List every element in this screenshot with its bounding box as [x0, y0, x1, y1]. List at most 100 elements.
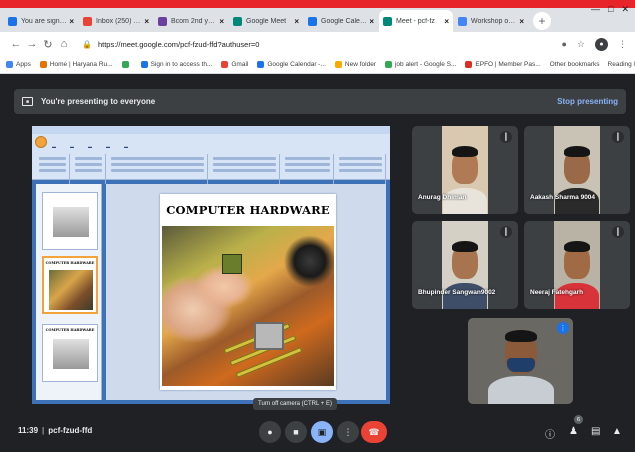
new-tab-button[interactable]: +: [533, 12, 551, 30]
slide-canvas: COMPUTER HARDWARE: [106, 184, 386, 400]
browser-tab[interactable]: Google Meet ×: [229, 10, 303, 32]
participant-tile[interactable]: Bhupinder Sangwan9002 ┃: [412, 221, 518, 309]
bookmark-item[interactable]: Sign in to access th...: [140, 61, 213, 68]
slide-thumbnail: COMPUTER HARDWARE: [42, 324, 98, 382]
mic-button[interactable]: ●: [259, 421, 281, 443]
url-field[interactable]: 🔒 https://meet.google.com/pcf-fzud-ffd?a…: [82, 35, 561, 53]
tab-title: Inbox (250) - dr.s: [96, 17, 142, 25]
mic-muted-icon: ┃: [500, 226, 512, 238]
meeting-details[interactable]: 11:39 | pcf-fzud-ffd: [18, 426, 92, 435]
tab-title: Google Calendar: [321, 17, 368, 25]
bookmark-label: Sign in to access th...: [150, 61, 213, 68]
people-icon[interactable]: ♟: [569, 426, 578, 437]
browser-tab[interactable]: Bcom 2nd year II×: [154, 10, 228, 32]
bookmarks-bar: Apps Home | Haryana Ru... Sign in to acces…: [0, 56, 635, 74]
tab-close-icon[interactable]: ×: [219, 17, 224, 26]
meeting-code: pcf-fzud-ffd: [48, 426, 93, 435]
bookmark-item[interactable]: Apps: [6, 61, 31, 68]
present-now-button[interactable]: ▣: [311, 421, 333, 443]
minimize-icon[interactable]: —: [591, 4, 600, 15]
activities-icon[interactable]: ▲: [612, 426, 622, 437]
ribbon-group: [282, 154, 334, 184]
bookmark-icon: [121, 61, 129, 68]
tab-close-icon[interactable]: ×: [294, 17, 299, 26]
tab-title: Meet - pcf-fz: [396, 17, 435, 25]
bookmark-label: Gmail: [231, 61, 249, 68]
stop-presenting-button[interactable]: Stop presenting: [557, 97, 618, 106]
more-options-button[interactable]: ⋮: [337, 421, 359, 443]
tab-favicon-icon: [8, 16, 17, 26]
participant-name: Bhupinder Sangwan9002: [418, 289, 496, 296]
bookmark-icon: [221, 61, 229, 68]
more-options-icon[interactable]: ⋮: [557, 322, 569, 334]
bookmark-folder[interactable]: Reading list: [608, 61, 635, 68]
shared-screen: ▬ ▬ ▬ ▬ ▬ COMPUTER HARDWARE COMPUTER HAR…: [32, 126, 390, 404]
home-icon[interactable]: ⌂: [56, 38, 72, 50]
menu-icon[interactable]: ⋮: [618, 39, 627, 50]
bookmark-item[interactable]: New folder: [334, 61, 376, 68]
key-icon[interactable]: ●: [561, 39, 566, 49]
bookmark-icon: [140, 61, 148, 68]
self-view-tile[interactable]: ⋮: [468, 318, 573, 404]
close-window-icon[interactable]: ✕: [621, 4, 629, 15]
bookmark-item[interactable]: [121, 61, 132, 68]
back-icon[interactable]: ←: [8, 38, 24, 50]
presenting-banner: ■ You're presenting to everyone Stop pre…: [14, 89, 626, 114]
ribbon-group: [108, 154, 208, 184]
chat-icon[interactable]: ▤: [591, 426, 600, 437]
bookmark-label: New folder: [344, 61, 376, 68]
participant-tile[interactable]: Anurag Dhiman ┃: [412, 126, 518, 214]
bookmark-label: Home | Haryana Ru...: [49, 61, 113, 68]
tab-close-icon[interactable]: ×: [144, 17, 149, 26]
ribbon-tab: ▬: [52, 144, 56, 149]
bookmark-item[interactable]: EPFO | Member Pas...: [465, 61, 541, 68]
ppt-title-bar: [32, 126, 390, 134]
tab-title: Bcom 2nd year II: [171, 17, 218, 25]
browser-tab[interactable]: Google Calendar×: [304, 10, 378, 32]
tab-favicon-icon: [383, 16, 392, 26]
tab-title: Google Meet: [246, 17, 287, 25]
hang-up-icon: ☎: [368, 426, 380, 437]
browser-tab[interactable]: Meet - pcf-fz ×: [379, 10, 453, 32]
bookmark-item[interactable]: Google Calendar -...: [257, 61, 326, 68]
browser-tab[interactable]: Inbox (250) - dr.s×: [79, 10, 153, 32]
leave-call-button[interactable]: ☎: [361, 421, 387, 443]
bookmark-label: Google Calendar -...: [267, 61, 326, 68]
reload-icon[interactable]: ↻: [40, 38, 56, 51]
present-icon: ▣: [317, 426, 327, 437]
more-vert-icon: ⋮: [343, 426, 353, 437]
bookmark-item[interactable]: Gmail: [221, 61, 248, 68]
tab-close-icon[interactable]: ×: [369, 17, 374, 26]
forward-icon[interactable]: →: [24, 38, 40, 50]
participant-name: Neeraj Fatehgarh: [530, 289, 584, 296]
thumb-title: COMPUTER HARDWARE: [45, 261, 95, 265]
bookmark-label: job alert - Google S...: [394, 61, 457, 68]
bookmark-item[interactable]: Home | Haryana Ru...: [39, 61, 113, 68]
participant-tile[interactable]: Neeraj Fatehgarh ┃: [524, 221, 630, 309]
bookmarks-right: Other bookmarks Reading list: [550, 61, 635, 68]
star-icon[interactable]: ☆: [577, 39, 585, 50]
info-icon[interactable]: ⓘ: [545, 426, 555, 441]
bookmark-icon: [39, 61, 47, 68]
participant-count-badge: 6: [574, 415, 583, 424]
participant-tile[interactable]: Aakash Sharma 9004 ┃: [524, 126, 630, 214]
bookmark-folder[interactable]: Other bookmarks: [550, 61, 600, 68]
mic-muted-icon: ┃: [612, 226, 624, 238]
bookmark-item[interactable]: job alert - Google S...: [384, 61, 457, 68]
tab-title: Workshop on Con: [471, 17, 517, 25]
bookmark-label: Apps: [16, 61, 31, 68]
camera-icon: ■: [293, 427, 299, 437]
bookmark-icon: [465, 61, 473, 68]
tab-close-icon[interactable]: ×: [444, 17, 449, 26]
maximize-icon[interactable]: □: [608, 4, 613, 15]
ribbon-group: [72, 154, 106, 184]
profile-avatar[interactable]: ●: [595, 37, 608, 51]
browser-tab[interactable]: You are signed in×: [4, 10, 78, 32]
bottom-control-bar: 11:39 | pcf-fzud-ffd Turn off camera (CTRL…: [0, 398, 635, 452]
browser-tab[interactable]: Workshop on Con×: [454, 10, 528, 32]
camera-button[interactable]: ■: [285, 421, 307, 443]
tab-close-icon[interactable]: ×: [69, 17, 74, 26]
current-slide: COMPUTER HARDWARE: [160, 194, 336, 390]
bookmark-icon: [6, 61, 13, 68]
tab-close-icon[interactable]: ×: [519, 17, 524, 26]
